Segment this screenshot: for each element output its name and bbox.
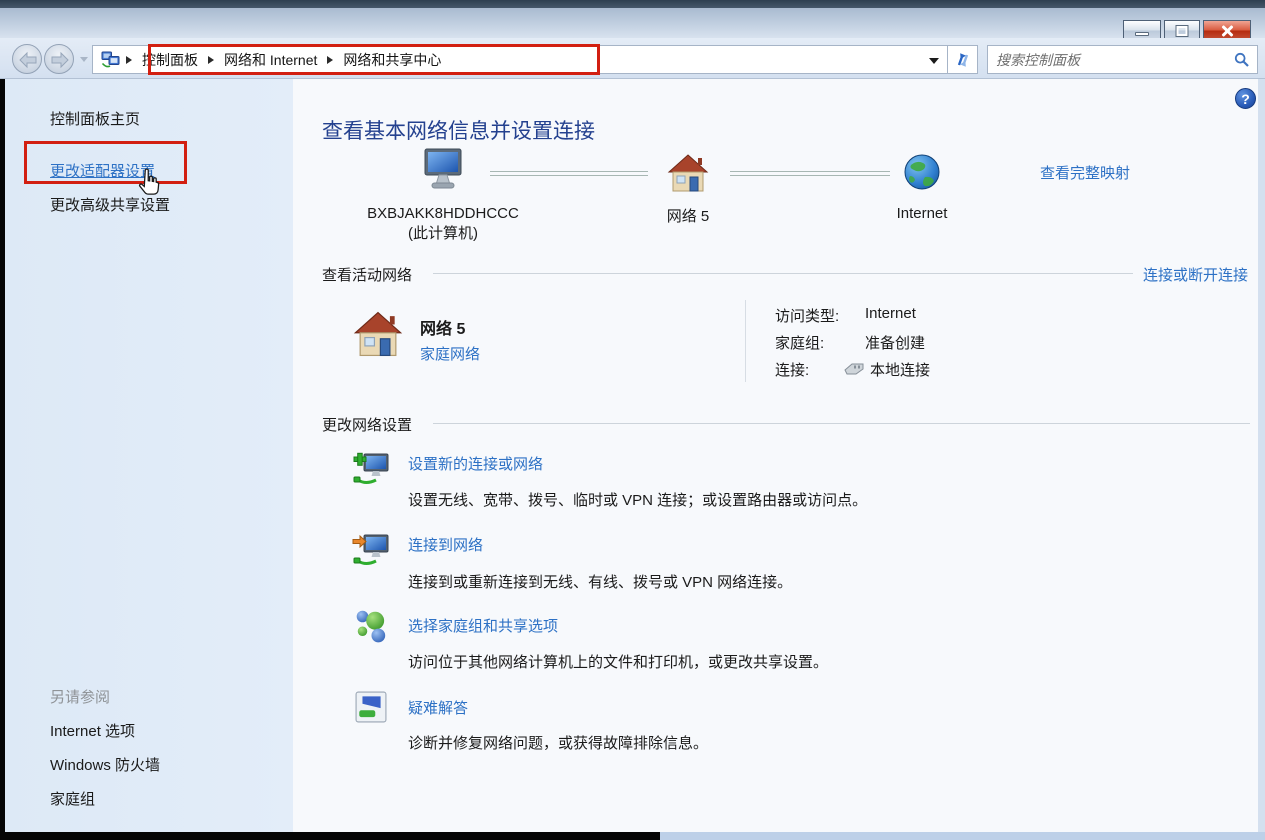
section-divider [433,423,1250,424]
refresh-icon [951,49,975,71]
active-networks-header: 查看活动网络 [322,264,412,285]
search-input[interactable] [996,48,1216,71]
window-frame-bottom [660,832,1265,840]
this-computer-icon[interactable] [419,148,467,192]
refresh-button[interactable] [947,45,978,74]
network-house-icon[interactable] [667,153,709,193]
internet-map-label: Internet [822,205,1022,222]
hand-cursor-icon [136,168,162,198]
search-box[interactable] [987,45,1258,74]
connect-disconnect-link[interactable]: 连接或断开连接 [1143,264,1248,285]
ethernet-connection-icon [843,361,865,375]
network-sharing-center-window: 控制面板 网络和 Internet 网络和共享中心 控制面板主页 更改适配器设置… [0,0,1265,840]
network-type-link[interactable]: 家庭网络 [420,343,480,364]
new-connection-icon[interactable] [351,447,391,487]
maximize-icon [1177,26,1188,36]
desktop-edge-left [0,79,5,840]
active-network-divider [745,300,746,382]
minimize-icon [1135,32,1149,36]
mouse-cursor [136,168,162,203]
forward-arrow-icon [49,51,71,69]
recent-pages-chevron-icon[interactable] [80,57,88,62]
homegroup-ready-link[interactable]: 准备创建 [865,332,925,353]
computer-name-label: BXBJAKK8HDDHCCC (此计算机) [343,205,543,243]
setup-new-connection-desc: 设置无线、宽带、拨号、临时或 VPN 连接；或设置路由器或访问点。 [408,489,867,510]
map-connector-line [730,171,890,176]
window-frame-right [1258,79,1265,832]
close-icon [1220,24,1234,38]
sidebar-item-internet-options[interactable]: Internet 选项 [50,720,135,741]
breadcrumb-separator-icon [126,56,132,64]
internet-globe-icon[interactable] [903,153,941,191]
detail-label-connections: 连接: [775,359,809,380]
see-full-map-link[interactable]: 查看完整映射 [1040,162,1130,183]
troubleshoot-icon[interactable] [355,691,387,723]
connect-to-network-link[interactable]: 连接到网络 [408,534,483,555]
computer-name: BXBJAKK8HDDHCCC [343,205,543,222]
address-dropdown-icon[interactable] [929,58,939,64]
help-icon[interactable]: ? [1235,88,1256,109]
search-icon [1234,52,1250,68]
detail-value-access-type: Internet [865,305,916,322]
local-connection-link[interactable]: 本地连接 [870,359,930,380]
page-title: 查看基本网络信息并设置连接 [322,115,595,145]
sidebar-item-windows-firewall[interactable]: Windows 防火墙 [50,754,160,775]
connect-to-network-icon[interactable] [351,528,391,568]
map-connector-line [490,171,648,176]
main-panel: ? 查看基本网络信息并设置连接 BXBJAKK8HDDHCCC (此计算机) 网… [293,79,1258,832]
window-top-edge [0,0,1265,8]
change-settings-header: 更改网络设置 [322,414,412,435]
troubleshoot-desc: 诊断并修复网络问题，或获得故障排除信息。 [408,732,708,753]
homegroup-sharing-icon[interactable] [353,607,391,645]
choose-homegroup-options-desc: 访问位于其他网络计算机上的文件和打印机，或更改共享设置。 [408,651,828,672]
active-network-name: 网络 5 [420,315,465,339]
back-button[interactable] [12,44,42,74]
detail-label-access-type: 访问类型: [775,305,839,326]
sidebar-item-homegroup[interactable]: 家庭组 [50,788,95,809]
see-also-header: 另请参阅 [50,686,110,707]
active-network-house-icon[interactable] [353,310,403,358]
forward-button[interactable] [44,44,74,74]
network-map-label: 网络 5 [588,205,788,226]
annotation-adapter-settings-highlight [24,141,187,184]
connect-to-network-desc: 连接到或重新连接到无线、有线、拨号或 VPN 网络连接。 [408,571,792,592]
network-location-icon [101,51,120,68]
window-titlebar[interactable] [0,8,1265,38]
desktop-edge-bottom [0,832,660,840]
computer-sub-label: (此计算机) [343,222,543,243]
detail-label-homegroup: 家庭组: [775,332,824,353]
troubleshoot-link[interactable]: 疑难解答 [408,697,468,718]
back-arrow-icon [17,51,39,69]
sidebar-item-control-panel-home[interactable]: 控制面板主页 [50,108,140,129]
choose-homegroup-options-link[interactable]: 选择家庭组和共享选项 [408,615,558,636]
setup-new-connection-link[interactable]: 设置新的连接或网络 [408,453,543,474]
section-divider [433,273,1133,274]
annotation-breadcrumb-highlight [148,44,600,75]
